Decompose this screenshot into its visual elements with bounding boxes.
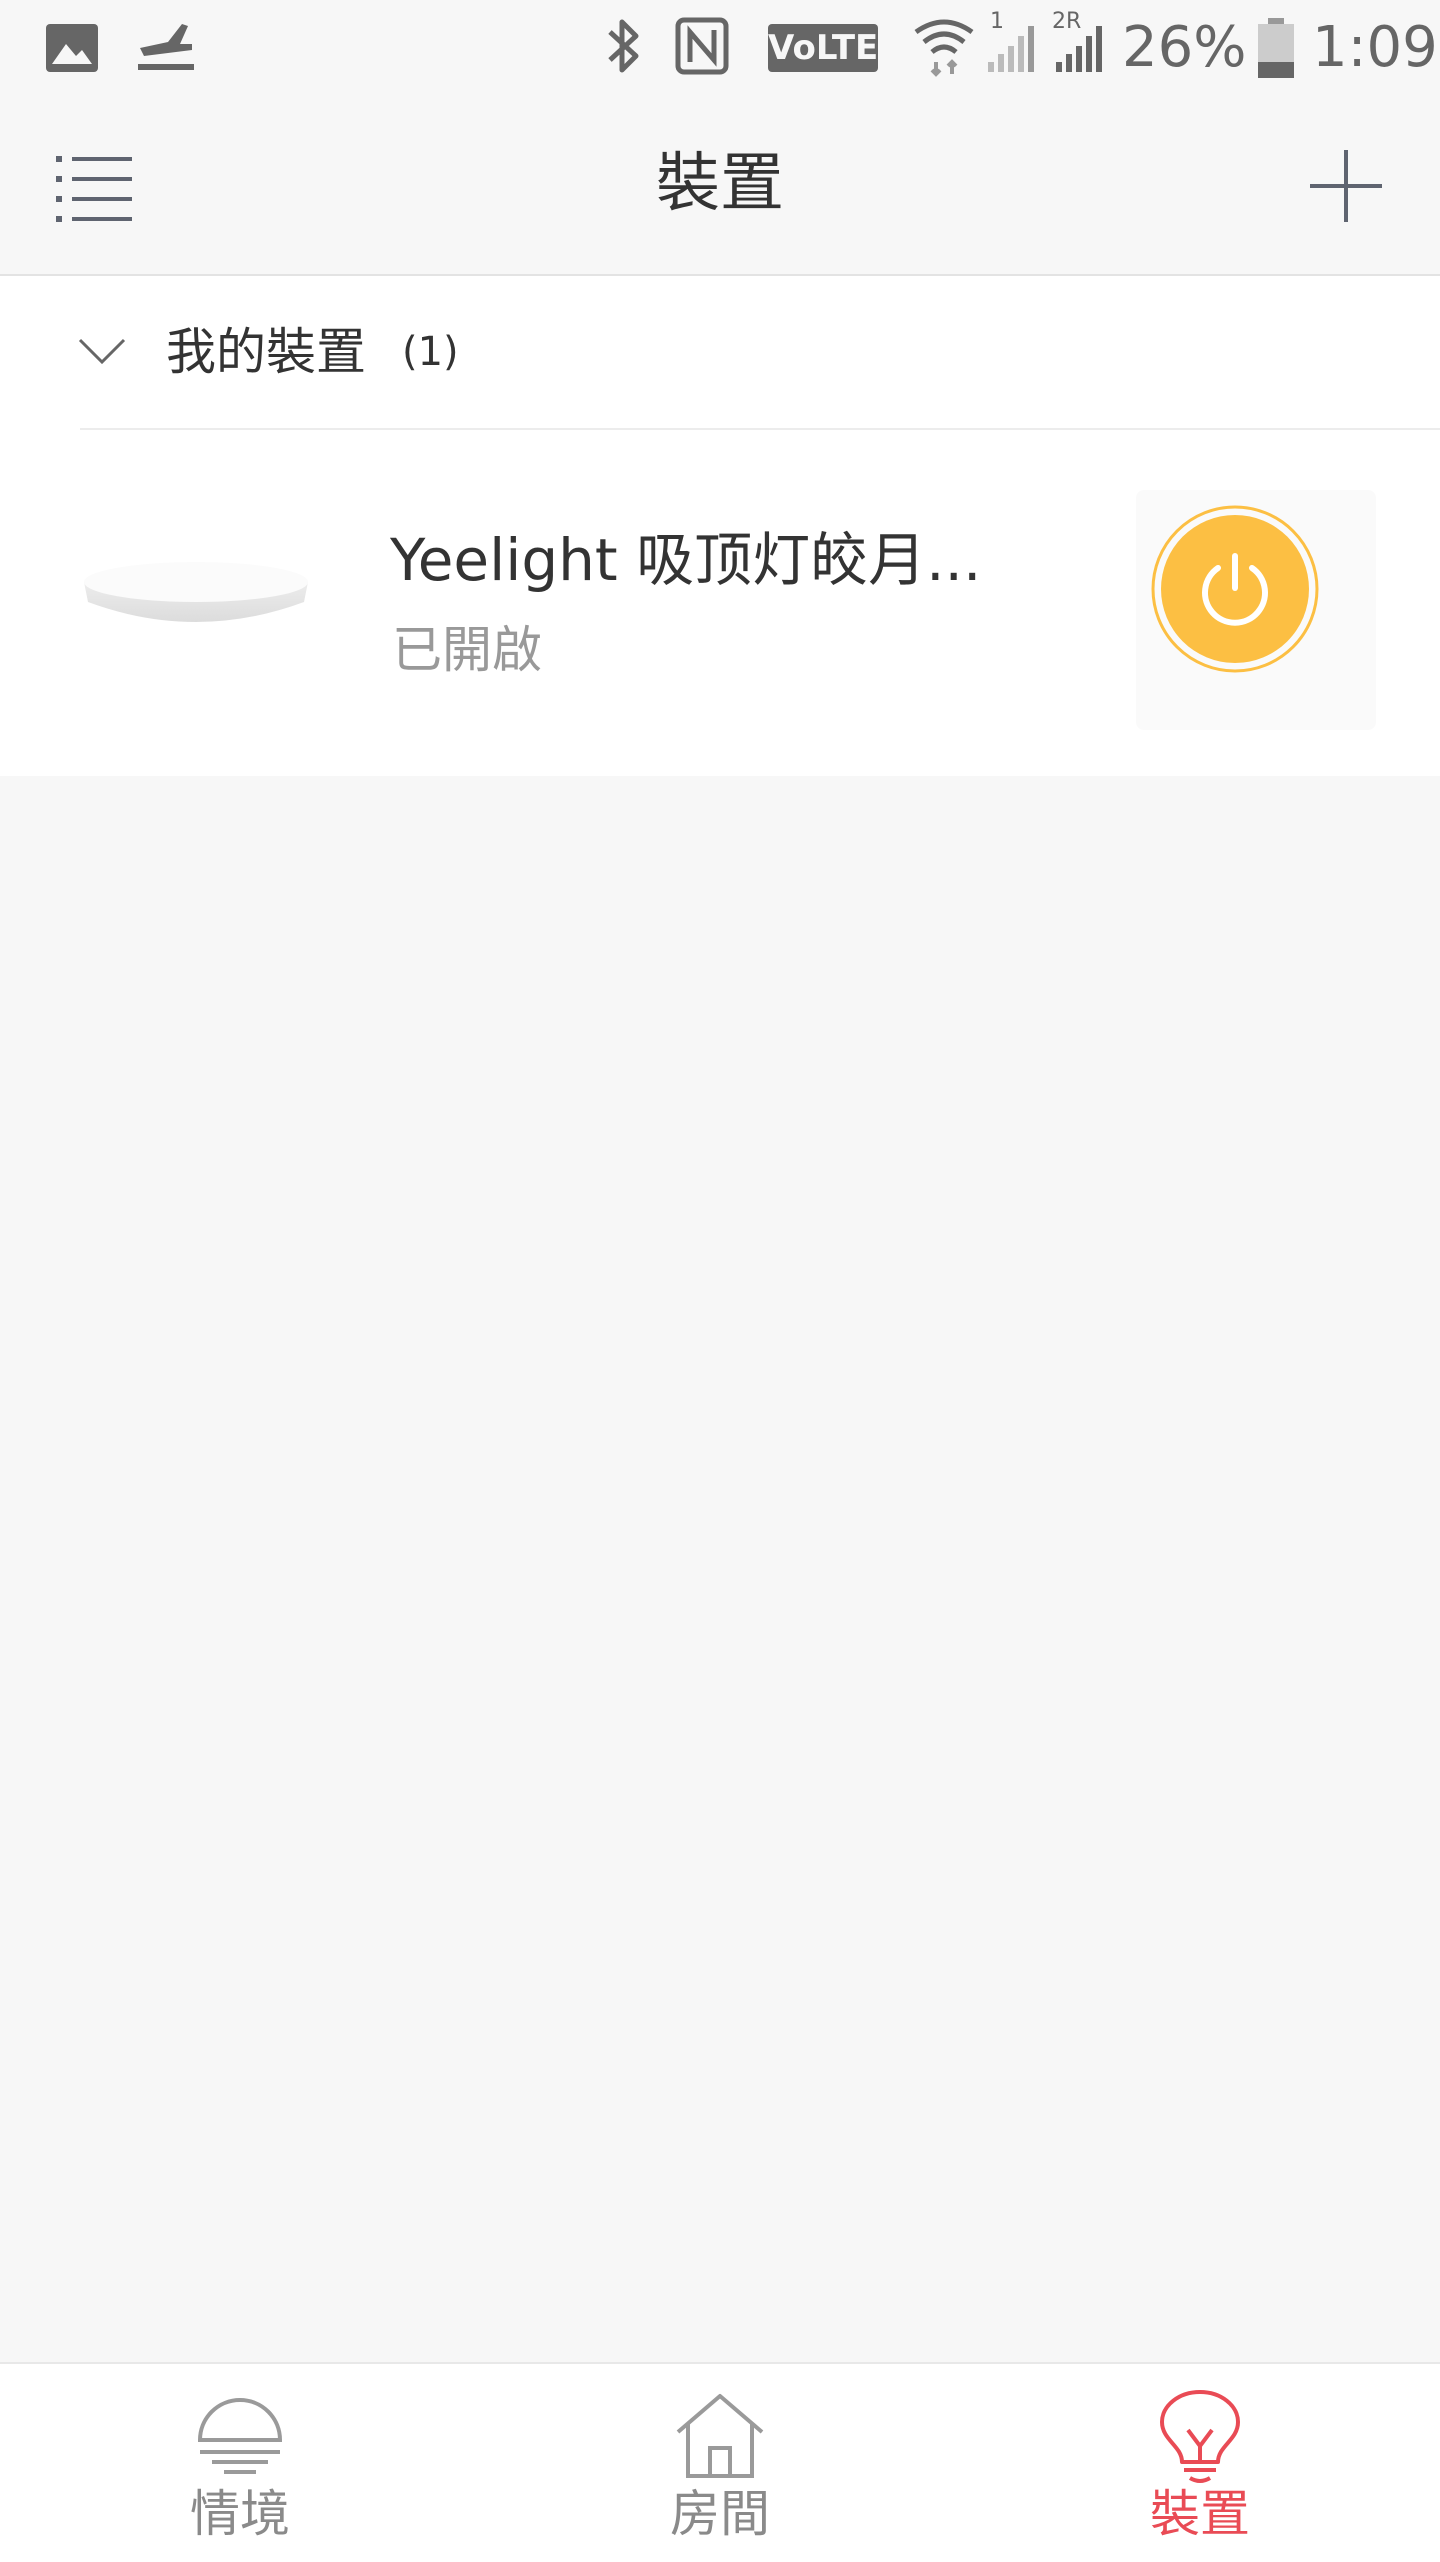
tab-devices-label: 裝置	[1150, 2485, 1250, 2543]
page-title: 裝置	[656, 147, 784, 221]
signal-sim2-icon	[1056, 26, 1102, 72]
lightbulb-icon	[1160, 2390, 1240, 2483]
power-icon	[1151, 505, 1319, 673]
app-bar: 裝置	[0, 96, 1440, 276]
tab-rooms-label: 房間	[670, 2485, 770, 2543]
tab-devices[interactable]: 裝置	[960, 2364, 1440, 2562]
gallery-notification-icon	[46, 24, 98, 72]
airplane-mode-icon	[138, 24, 194, 70]
tab-scenes[interactable]: 情境	[0, 2364, 480, 2562]
clock: 1:09	[1312, 15, 1438, 80]
device-status: 已開啟	[392, 621, 542, 679]
signal-sim1-icon	[988, 26, 1034, 72]
group-count: (1)	[402, 329, 459, 375]
device-name: Yeelight 吸顶灯皎月...	[390, 526, 982, 594]
ceiling-light-image	[84, 562, 308, 622]
device-list-item[interactable]: Yeelight 吸顶灯皎月... 已開啟	[0, 430, 1440, 776]
plus-icon	[1310, 150, 1382, 222]
tab-rooms[interactable]: 房間	[480, 2364, 960, 2562]
volte-badge: VoLTE	[768, 24, 878, 72]
wifi-icon	[914, 19, 974, 77]
bluetooth-icon	[608, 19, 639, 73]
nfc-icon	[675, 17, 729, 75]
power-toggle-button[interactable]	[1136, 490, 1376, 730]
add-device-button[interactable]	[1306, 146, 1386, 226]
bottom-tab-bar: 情境 房間 裝置	[0, 2362, 1440, 2562]
status-bar: VoLTE 1 2R 26% 1:09	[0, 0, 1440, 96]
lamp-scene-icon	[197, 2398, 283, 2474]
battery-percent: 26%	[1122, 15, 1247, 80]
device-card: 我的裝置 (1) Yeelight 吸顶灯皎月... 已開啟	[0, 276, 1440, 776]
battery-icon	[1258, 18, 1294, 78]
my-devices-group-header[interactable]: 我的裝置 (1)	[0, 276, 1440, 428]
house-icon	[676, 2394, 764, 2478]
chevron-down-icon	[78, 338, 126, 365]
tab-scenes-label: 情境	[190, 2485, 290, 2543]
group-title: 我的裝置	[166, 323, 366, 381]
